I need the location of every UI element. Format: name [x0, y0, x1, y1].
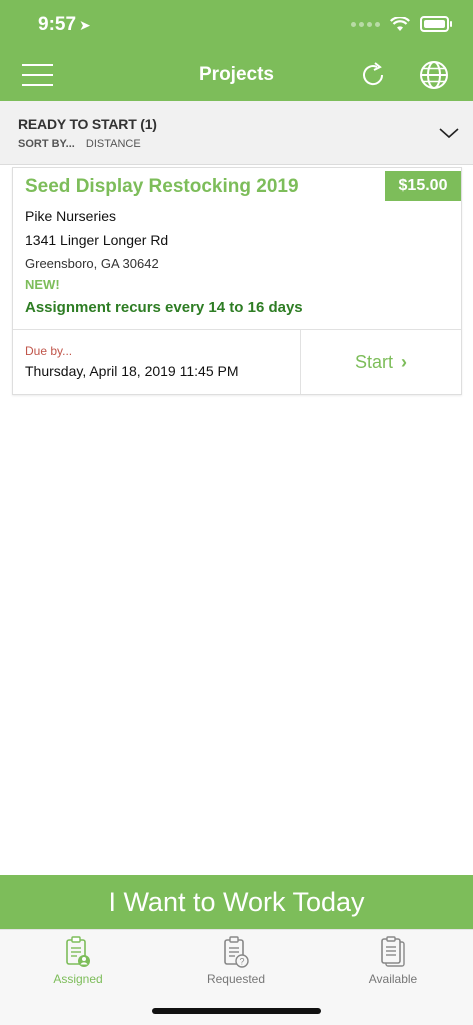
section-title: READY TO START (1): [18, 116, 157, 132]
start-label: Start: [354, 351, 393, 372]
tab-available[interactable]: Available: [338, 936, 448, 986]
expand-filter-button[interactable]: [439, 123, 459, 143]
status-time: 9:57 ➤: [38, 14, 91, 36]
refresh-icon: [363, 62, 384, 86]
tab-requested[interactable]: ? Requested: [181, 936, 291, 986]
tab-label: Assigned: [53, 972, 103, 986]
signal-icon: [351, 21, 380, 27]
svg-text:?: ?: [239, 957, 244, 967]
clipboard-question-icon: ?: [224, 936, 249, 968]
globe-icon: [420, 61, 448, 89]
clipboard-stack-icon: [381, 936, 405, 967]
project-title: Seed Display Restocking 2019: [25, 176, 299, 197]
wifi-icon: [390, 16, 410, 31]
battery-icon: [420, 16, 452, 32]
work-today-button[interactable]: I Want to Work Today: [0, 875, 473, 929]
price-badge: $15.00: [385, 171, 461, 201]
recurrence-text: Assignment recurs every 14 to 16 days: [25, 299, 303, 316]
filter-bar: READY TO START (1) SORT BY... DISTANCE: [0, 101, 473, 165]
language-button[interactable]: [419, 60, 449, 90]
sort-label: SORT BY...: [18, 138, 75, 150]
city-address: Greensboro, GA 30642: [25, 256, 159, 271]
location-arrow-icon: ➤: [79, 17, 91, 33]
clipboard-user-icon: [66, 936, 90, 967]
due-date: Thursday, April 18, 2019 11:45 PM: [25, 363, 239, 379]
tab-label: Requested: [206, 972, 266, 986]
project-card[interactable]: Seed Display Restocking 2019 $15.00 Pike…: [12, 167, 462, 395]
store-name: Pike Nurseries: [25, 208, 117, 224]
sort-value: DISTANCE: [85, 138, 141, 150]
card-footer: Due by... Thursday, April 18, 2019 11:45…: [13, 329, 461, 394]
page-title: Projects: [199, 64, 274, 85]
new-badge: NEW!: [25, 277, 60, 292]
tab-label: Available: [368, 972, 418, 986]
sort-row[interactable]: SORT BY... DISTANCE: [18, 138, 141, 150]
street-address: 1341 Linger Longer Rd: [25, 232, 169, 248]
status-time-text: 9:57: [38, 14, 77, 35]
status-indicators: [351, 16, 452, 32]
due-label: Due by...: [25, 344, 73, 358]
refresh-button[interactable]: [358, 60, 388, 90]
tab-assigned[interactable]: Assigned: [23, 936, 133, 986]
chevron-down-icon: [439, 128, 459, 139]
start-button[interactable]: Start ›: [301, 330, 461, 394]
chevron-right-icon: ›: [401, 351, 407, 372]
home-indicator: [152, 1008, 321, 1014]
app-header: 9:57 ➤ Projects: [0, 0, 473, 101]
